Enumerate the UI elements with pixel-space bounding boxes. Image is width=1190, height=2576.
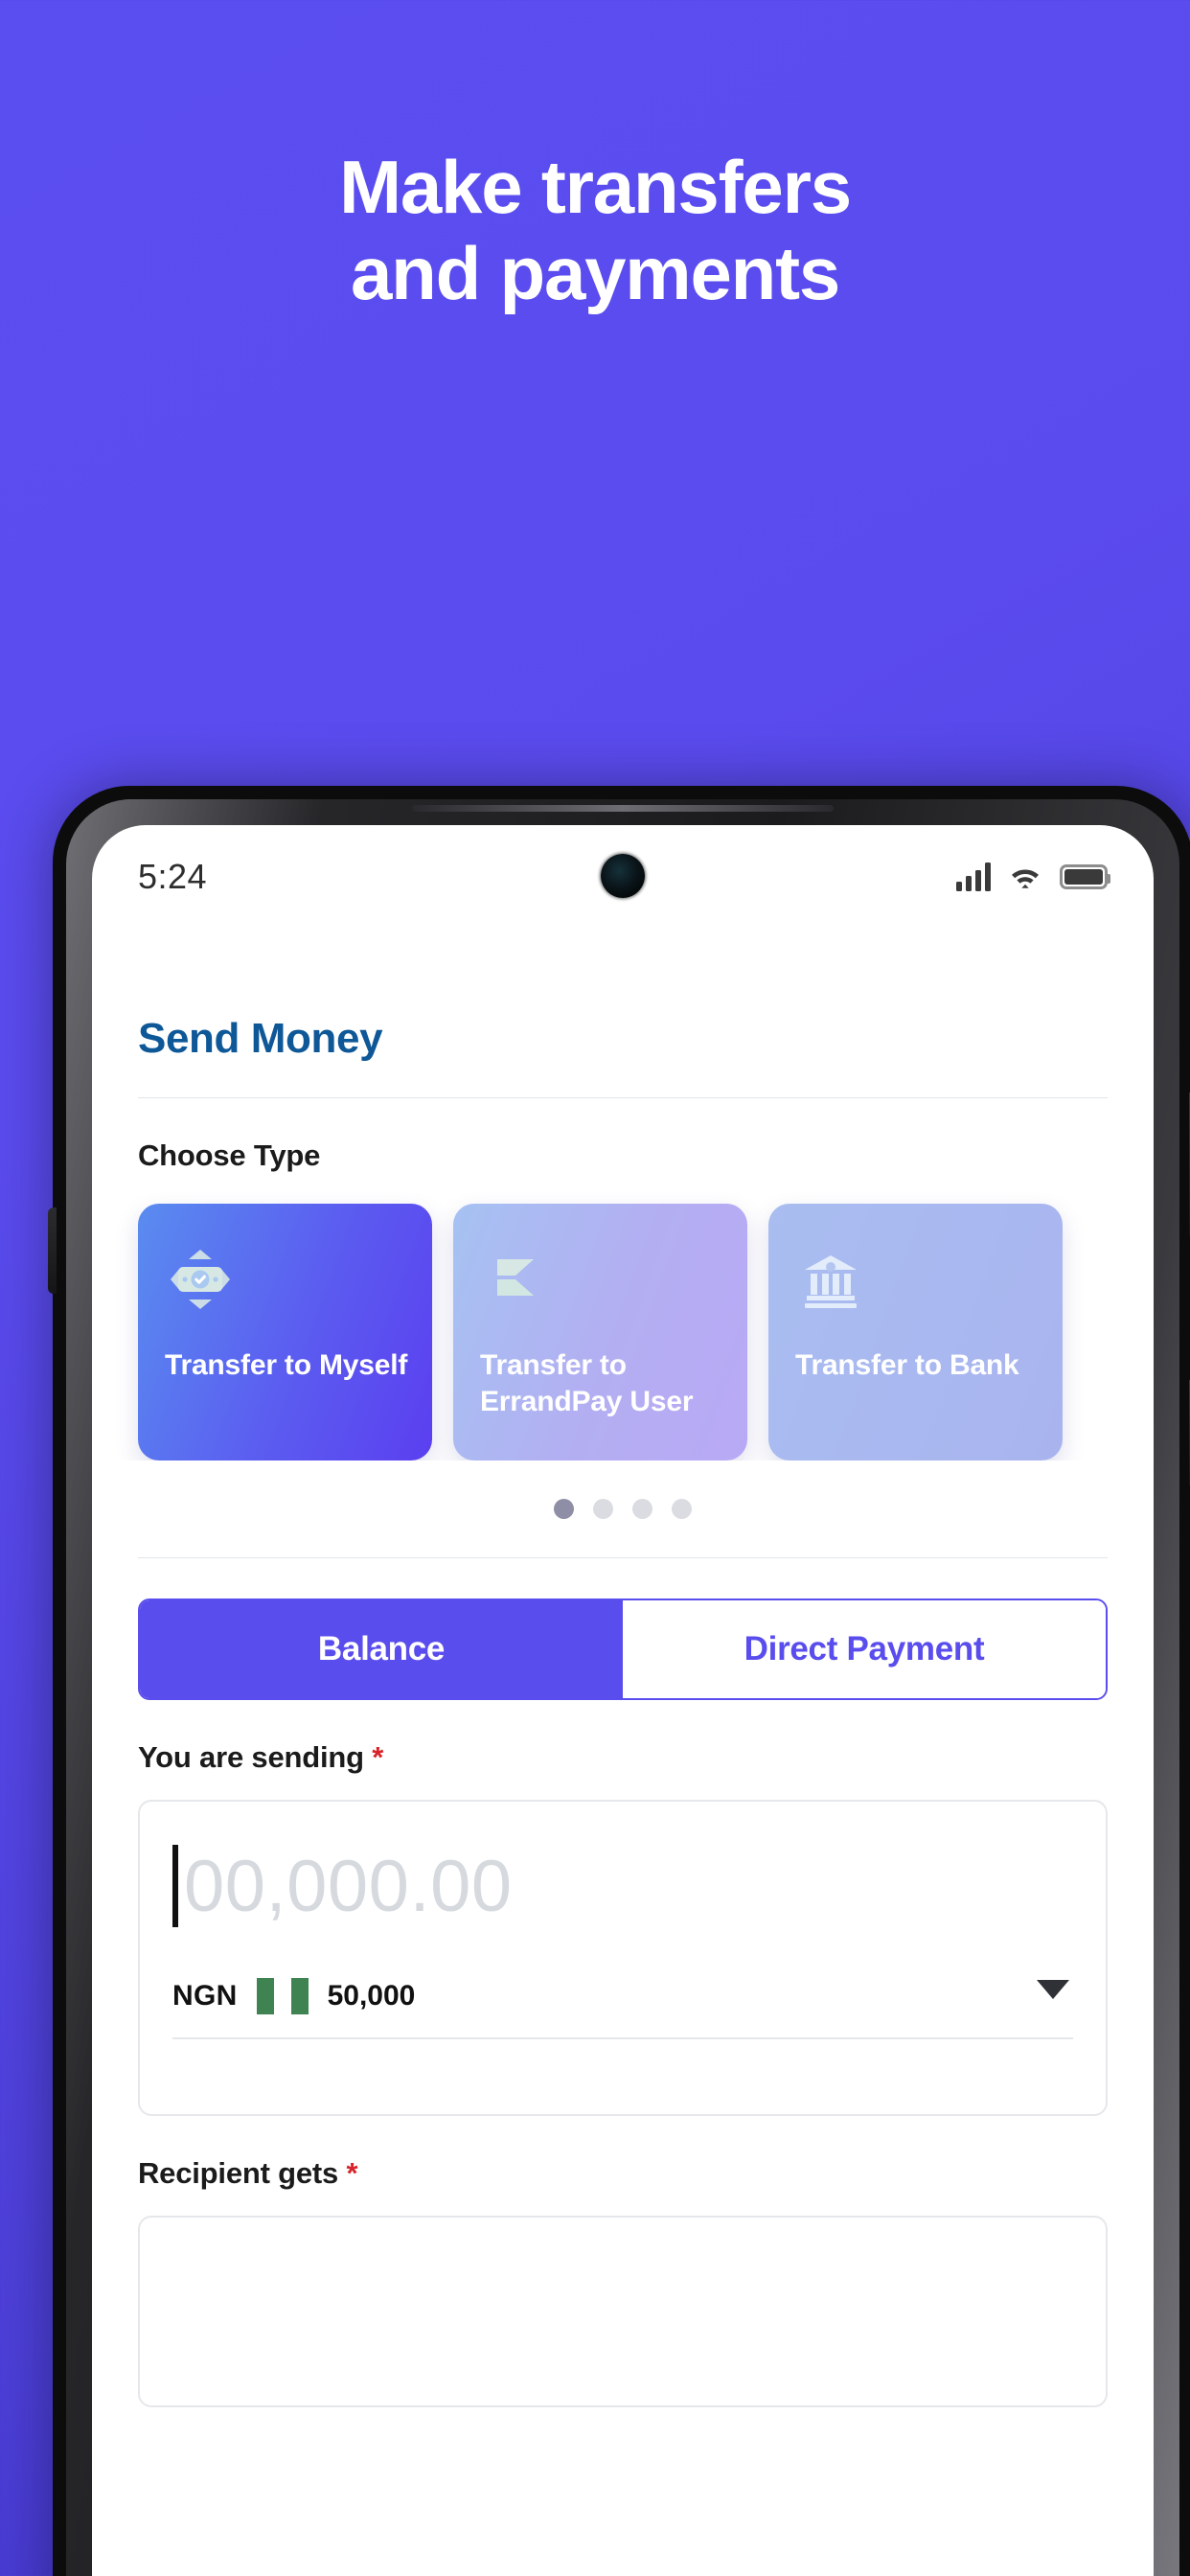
promo-line-1: Make transfers bbox=[339, 145, 852, 229]
choose-type-label: Choose Type bbox=[138, 1138, 321, 1172]
currency-balance: 50,000 bbox=[327, 1980, 416, 2012]
cellular-signal-icon bbox=[956, 862, 991, 891]
battery-icon bbox=[1060, 864, 1110, 889]
carousel-dot-3[interactable] bbox=[632, 1499, 652, 1519]
title-divider bbox=[138, 1097, 1108, 1098]
you-are-sending-label: You are sending * bbox=[138, 1740, 1154, 1775]
errandpay-logo-icon bbox=[480, 1242, 721, 1317]
amount-placeholder: 00,000.00 bbox=[184, 1845, 513, 1927]
required-asterisk: * bbox=[346, 2156, 358, 2190]
carousel-dot-4[interactable] bbox=[672, 1499, 692, 1519]
recipient-gets-text: Recipient gets bbox=[138, 2156, 339, 2190]
page-title: Send Money bbox=[138, 1015, 383, 1062]
type-card-label: Transfer to ErrandPay User bbox=[480, 1349, 694, 1417]
currency-selector[interactable]: NGN 50,000 bbox=[172, 1978, 1073, 2039]
chevron-down-icon[interactable] bbox=[1037, 1980, 1069, 1999]
status-bar: 5:24 bbox=[92, 825, 1154, 929]
recipient-gets-label: Recipient gets * bbox=[138, 2156, 1154, 2191]
carousel-pagination[interactable] bbox=[92, 1499, 1154, 1519]
payment-source-toggle[interactable]: Balance Direct Payment bbox=[138, 1598, 1108, 1700]
currency-code: NGN bbox=[172, 1980, 238, 2012]
nigeria-flag-icon bbox=[256, 1978, 309, 2014]
bank-building-icon bbox=[795, 1242, 1036, 1317]
amount-input[interactable]: 00,000.00 bbox=[172, 1832, 1073, 1940]
phone-mockup: 5:24 Send Money Choose Type Transfer to … bbox=[48, 786, 1190, 2576]
segment-direct-payment[interactable]: Direct Payment bbox=[623, 1600, 1106, 1698]
banknote-check-icon bbox=[165, 1242, 405, 1317]
left-side-button[interactable] bbox=[48, 1208, 57, 1294]
carousel-dot-2[interactable] bbox=[593, 1499, 613, 1519]
earpiece-speaker bbox=[412, 805, 834, 812]
type-card-transfer-to-errandpay-user[interactable]: Transfer to ErrandPay User bbox=[453, 1204, 747, 1460]
type-card-label: Transfer to Bank bbox=[795, 1349, 1019, 1381]
phone-screen: 5:24 Send Money Choose Type Transfer to … bbox=[92, 825, 1154, 2576]
text-cursor bbox=[172, 1845, 178, 1927]
carousel-divider bbox=[138, 1557, 1108, 1558]
status-bar-icons bbox=[956, 862, 1110, 891]
sending-amount-field[interactable]: 00,000.00 NGN 50,000 bbox=[138, 1800, 1108, 2116]
transfer-type-carousel[interactable]: Transfer to Myself Transfer to ErrandPay… bbox=[92, 1173, 1154, 1460]
type-card-transfer-to-bank[interactable]: Transfer to Bank bbox=[768, 1204, 1063, 1460]
front-camera-punch-hole bbox=[601, 854, 645, 898]
send-money-screen: Send Money Choose Type Transfer to Mysel… bbox=[92, 929, 1154, 2576]
type-card-transfer-to-myself[interactable]: Transfer to Myself bbox=[138, 1204, 432, 1460]
type-card-label: Transfer to Myself bbox=[165, 1349, 408, 1381]
required-asterisk: * bbox=[372, 1740, 384, 1774]
you-are-sending-text: You are sending bbox=[138, 1740, 364, 1774]
promo-headline: Make transfers and payments bbox=[0, 144, 1190, 317]
carousel-dot-1[interactable] bbox=[554, 1499, 574, 1519]
recipient-amount-field[interactable] bbox=[138, 2216, 1108, 2407]
status-bar-clock: 5:24 bbox=[138, 857, 208, 896]
promo-line-2: and payments bbox=[350, 231, 840, 316]
wifi-icon bbox=[1012, 869, 1039, 888]
phone-bezel: 5:24 Send Money Choose Type Transfer to … bbox=[66, 799, 1179, 2576]
segment-balance[interactable]: Balance bbox=[140, 1600, 623, 1698]
